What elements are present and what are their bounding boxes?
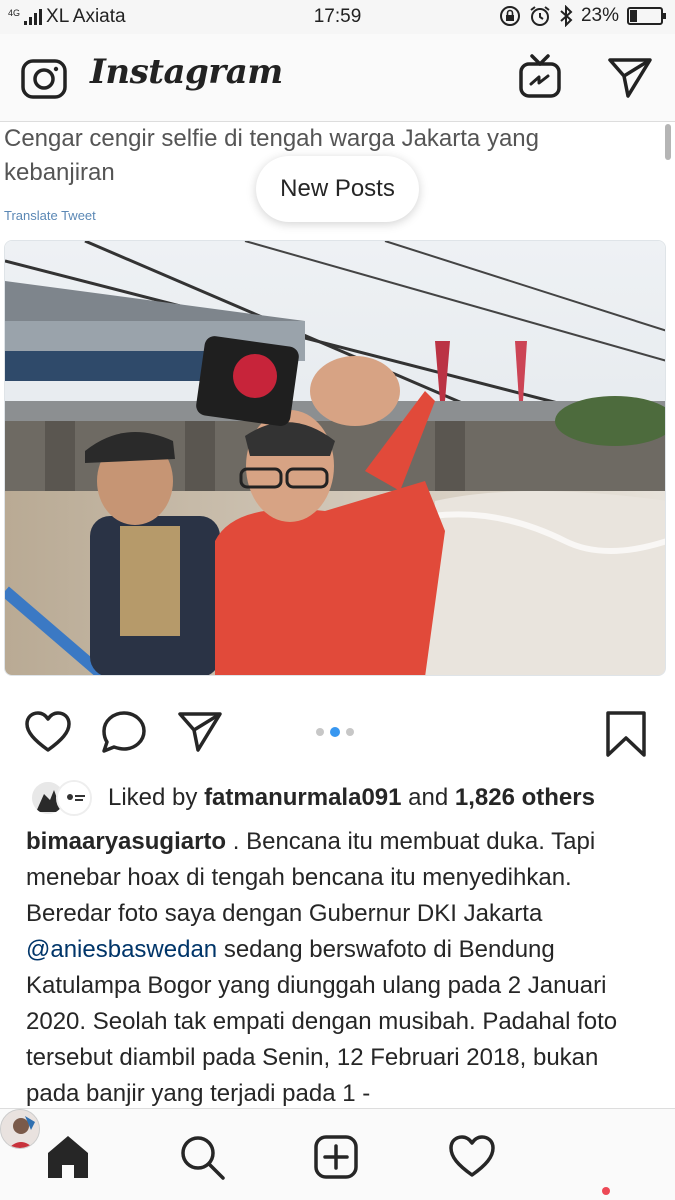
- home-icon[interactable]: [44, 1133, 92, 1181]
- add-post-icon[interactable]: [312, 1133, 360, 1181]
- carousel-dot: [346, 728, 354, 736]
- carousel-indicator: [316, 727, 354, 737]
- status-right: 23%: [499, 5, 666, 27]
- save-bookmark-icon[interactable]: [604, 710, 648, 758]
- search-icon[interactable]: [178, 1133, 226, 1181]
- bluetooth-icon: [560, 5, 573, 27]
- comment-icon[interactable]: [100, 710, 148, 754]
- likes-summary[interactable]: Liked by fatmanurmala091 and 1,826 other…: [30, 778, 650, 818]
- translate-tweet-link[interactable]: Translate Tweet: [4, 208, 96, 223]
- like-heart-icon[interactable]: [24, 710, 72, 754]
- battery-icon: [627, 7, 666, 25]
- igtv-icon[interactable]: [518, 54, 562, 100]
- camera-icon[interactable]: [20, 56, 68, 100]
- alarm-icon: [530, 6, 550, 26]
- liker-avatars: [30, 780, 96, 816]
- notification-dot: [602, 1187, 610, 1195]
- liker-avatar: [56, 780, 92, 816]
- app-header: Instagram: [0, 34, 675, 122]
- activity-heart-icon[interactable]: [448, 1133, 496, 1181]
- post-caption: bimaaryasugiarto . Bencana itu membuat d…: [26, 824, 656, 1108]
- likes-text: Liked by fatmanurmala091 and 1,826 other…: [108, 784, 595, 812]
- post-actions: [0, 702, 675, 762]
- new-posts-button[interactable]: New Posts: [256, 156, 419, 222]
- profile-avatar[interactable]: [0, 1109, 40, 1149]
- bottom-navigation: [0, 1108, 675, 1200]
- feed-content[interactable]: Cengar cengir selfie di tengah warga Jak…: [0, 122, 675, 1108]
- caption-username[interactable]: bimaaryasugiarto: [26, 828, 226, 855]
- direct-message-icon[interactable]: [606, 56, 654, 100]
- carousel-dot: [316, 728, 324, 736]
- post-photo[interactable]: [4, 240, 666, 676]
- liker-username[interactable]: fatmanurmala091: [204, 784, 401, 811]
- likes-prefix: Liked by: [108, 784, 205, 811]
- likes-others-count[interactable]: 1,826 others: [455, 784, 595, 811]
- instagram-logo: Instagram: [90, 52, 283, 92]
- lock-rotation-icon: [499, 6, 520, 26]
- carousel-dot: [330, 727, 340, 737]
- scrollbar[interactable]: [665, 124, 671, 160]
- battery-level: [630, 10, 637, 22]
- status-bar: 4G XL Axiata 17:59 23%: [0, 0, 675, 34]
- likes-and: and: [401, 784, 455, 811]
- battery-percent: 23%: [580, 5, 619, 26]
- caption-mention[interactable]: @aniesbaswedan: [26, 936, 217, 963]
- share-icon[interactable]: [176, 710, 224, 754]
